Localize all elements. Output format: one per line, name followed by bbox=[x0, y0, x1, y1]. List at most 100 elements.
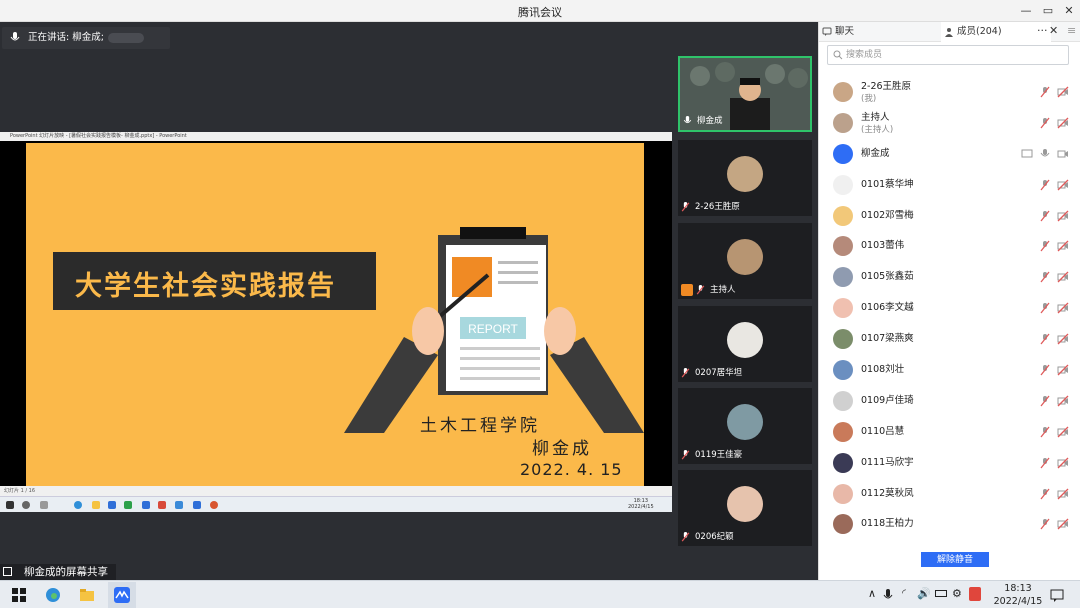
tab-members[interactable]: 成员(204) bbox=[941, 22, 1051, 42]
mic-muted-icon[interactable] bbox=[1039, 457, 1051, 469]
mic-muted-icon[interactable] bbox=[1039, 117, 1051, 129]
camera-off-icon[interactable] bbox=[1057, 395, 1069, 407]
slide-author: 柳金成 bbox=[532, 439, 592, 459]
member-row[interactable]: 0110吕慧 bbox=[819, 417, 1080, 448]
member-row[interactable]: 主持人 (主持人) bbox=[819, 108, 1080, 139]
member-name: 0106李文越 bbox=[861, 302, 914, 314]
member-row[interactable]: 0108刘壮 bbox=[819, 355, 1080, 386]
avatar bbox=[833, 360, 853, 381]
mic-muted-icon[interactable] bbox=[1039, 518, 1051, 530]
battery-icon[interactable] bbox=[935, 590, 947, 597]
member-name-block: 0106李文越 bbox=[861, 302, 914, 314]
member-row[interactable]: 0102邓雪梅 bbox=[819, 201, 1080, 232]
app-titlebar: 腾讯会议 — ▭ ✕ bbox=[0, 0, 1080, 22]
member-search-input[interactable]: 搜索成员 bbox=[827, 45, 1069, 65]
member-row[interactable]: 柳金成 bbox=[819, 139, 1080, 170]
camera-off-icon[interactable] bbox=[1057, 364, 1069, 376]
camera-off-icon[interactable] bbox=[1057, 148, 1069, 160]
folder-icon bbox=[92, 501, 100, 509]
avatar bbox=[833, 329, 853, 350]
mic-muted-icon[interactable] bbox=[1039, 488, 1051, 500]
mic-muted-icon[interactable] bbox=[1039, 240, 1051, 252]
mic-icon[interactable] bbox=[882, 586, 894, 604]
video-tile[interactable]: 0207居华坦 bbox=[678, 306, 812, 382]
video-tile[interactable]: 柳金成 bbox=[678, 56, 812, 132]
input-method-icon[interactable] bbox=[969, 587, 981, 601]
maximize-button[interactable]: ▭ bbox=[1037, 2, 1059, 20]
camera-off-icon[interactable] bbox=[1057, 271, 1069, 283]
member-row[interactable]: 0103蕾伟 bbox=[819, 231, 1080, 262]
camera-off-icon[interactable] bbox=[1057, 302, 1069, 314]
windows-start-icon[interactable] bbox=[10, 586, 28, 604]
camera-off-icon[interactable] bbox=[1057, 117, 1069, 129]
notification-icon[interactable] bbox=[1050, 586, 1064, 604]
mic-muted-icon[interactable] bbox=[1039, 271, 1051, 283]
screen-share-icon[interactable] bbox=[1021, 148, 1033, 160]
camera-off-icon[interactable] bbox=[1057, 210, 1069, 222]
folder-icon[interactable] bbox=[78, 586, 96, 604]
camera-off-icon[interactable] bbox=[1057, 240, 1069, 252]
member-row[interactable]: 0109卢佳琦 bbox=[819, 386, 1080, 417]
member-row[interactable]: 0111马欣宇 bbox=[819, 448, 1080, 479]
camera-off-icon[interactable] bbox=[1057, 488, 1069, 500]
avatar bbox=[727, 239, 763, 275]
camera-off-icon[interactable] bbox=[1057, 179, 1069, 191]
screen-share-text: 柳金成的屏幕共享 bbox=[24, 566, 108, 578]
report-tag: REPORT bbox=[468, 322, 518, 336]
mic-muted-icon[interactable] bbox=[1039, 364, 1051, 376]
mic-muted-icon[interactable] bbox=[1039, 179, 1051, 191]
chevron-up-icon[interactable]: ∧ bbox=[868, 587, 876, 600]
blurred-name bbox=[108, 33, 144, 43]
member-name: 0105张鑫茹 bbox=[861, 271, 914, 283]
member-row[interactable]: 0105张鑫茹 bbox=[819, 262, 1080, 293]
mic-muted-icon[interactable] bbox=[1039, 333, 1051, 345]
member-row[interactable]: 0106李文越 bbox=[819, 293, 1080, 324]
windows-taskbar: ∧ ◜ 🔊 ⚙ 18:13 2022/4/15 bbox=[0, 580, 1080, 608]
close-button[interactable]: ✕ bbox=[1058, 2, 1080, 20]
mic-muted-icon[interactable] bbox=[1039, 426, 1051, 438]
edge-icon[interactable] bbox=[44, 586, 62, 604]
video-tile[interactable]: 0206纪颖 bbox=[678, 470, 812, 546]
network-icon[interactable]: ◜ bbox=[902, 588, 906, 599]
video-tile[interactable]: 2-26王胜原 bbox=[678, 140, 812, 216]
video-tile[interactable]: 主持人 bbox=[678, 223, 812, 299]
member-row[interactable]: 0107梁燕爽 bbox=[819, 324, 1080, 355]
mic-muted-icon[interactable] bbox=[1039, 302, 1051, 314]
minimize-button[interactable]: — bbox=[1015, 2, 1037, 20]
video-tile[interactable]: 0119王佳豪 bbox=[678, 388, 812, 464]
more-icon[interactable]: ··· bbox=[1037, 24, 1048, 37]
mic-icon[interactable] bbox=[1039, 148, 1051, 160]
camera-off-icon[interactable] bbox=[1057, 426, 1069, 438]
powerpoint-icon bbox=[210, 501, 218, 509]
mic-muted-icon[interactable] bbox=[1039, 86, 1051, 98]
camera-off-icon[interactable] bbox=[1057, 86, 1069, 98]
settings-icon[interactable]: ⚙ bbox=[952, 587, 962, 600]
member-row[interactable]: 0112莫秋凤 bbox=[819, 479, 1080, 510]
shared-screen[interactable]: PowerPoint 幻灯片放映 - [暑假社会实践报告模板- 柳金成.pptx… bbox=[0, 132, 672, 512]
slide-title-box: 大学生社会实践报告 bbox=[53, 252, 376, 310]
member-row[interactable]: 0101蔡华坤 bbox=[819, 170, 1080, 201]
camera-off-icon[interactable] bbox=[1057, 518, 1069, 530]
camera-off-icon[interactable] bbox=[1057, 333, 1069, 345]
unmute-all-button[interactable]: 解除静音 bbox=[921, 552, 989, 567]
member-name-block: 主持人 (主持人) bbox=[861, 112, 893, 136]
camera-off-icon[interactable] bbox=[1057, 457, 1069, 469]
menu-icon[interactable]: ≡ bbox=[1067, 24, 1076, 37]
search-icon bbox=[833, 50, 843, 60]
close-panel-icon[interactable]: ✕ bbox=[1049, 24, 1058, 37]
avatar bbox=[833, 390, 853, 411]
member-name-block: 2-26王胜原 (我) bbox=[861, 81, 911, 105]
tab-chat[interactable]: 聊天 bbox=[819, 22, 941, 42]
system-clock[interactable]: 18:13 2022/4/15 bbox=[990, 582, 1046, 608]
member-name: 0101蔡华坤 bbox=[861, 178, 914, 190]
member-row[interactable]: 2-26王胜原 (我) bbox=[819, 77, 1080, 108]
volume-icon[interactable]: 🔊 bbox=[917, 587, 931, 600]
member-name-block: 0108刘壮 bbox=[861, 364, 904, 376]
member-row[interactable]: 0118王柏力 bbox=[819, 509, 1080, 540]
mic-muted-icon[interactable] bbox=[1039, 395, 1051, 407]
member-name: 柳金成 bbox=[861, 147, 890, 159]
member-name: 0118王柏力 bbox=[861, 518, 914, 530]
avatar bbox=[833, 112, 853, 133]
tencent-meeting-icon[interactable] bbox=[113, 586, 131, 604]
mic-muted-icon[interactable] bbox=[1039, 210, 1051, 222]
